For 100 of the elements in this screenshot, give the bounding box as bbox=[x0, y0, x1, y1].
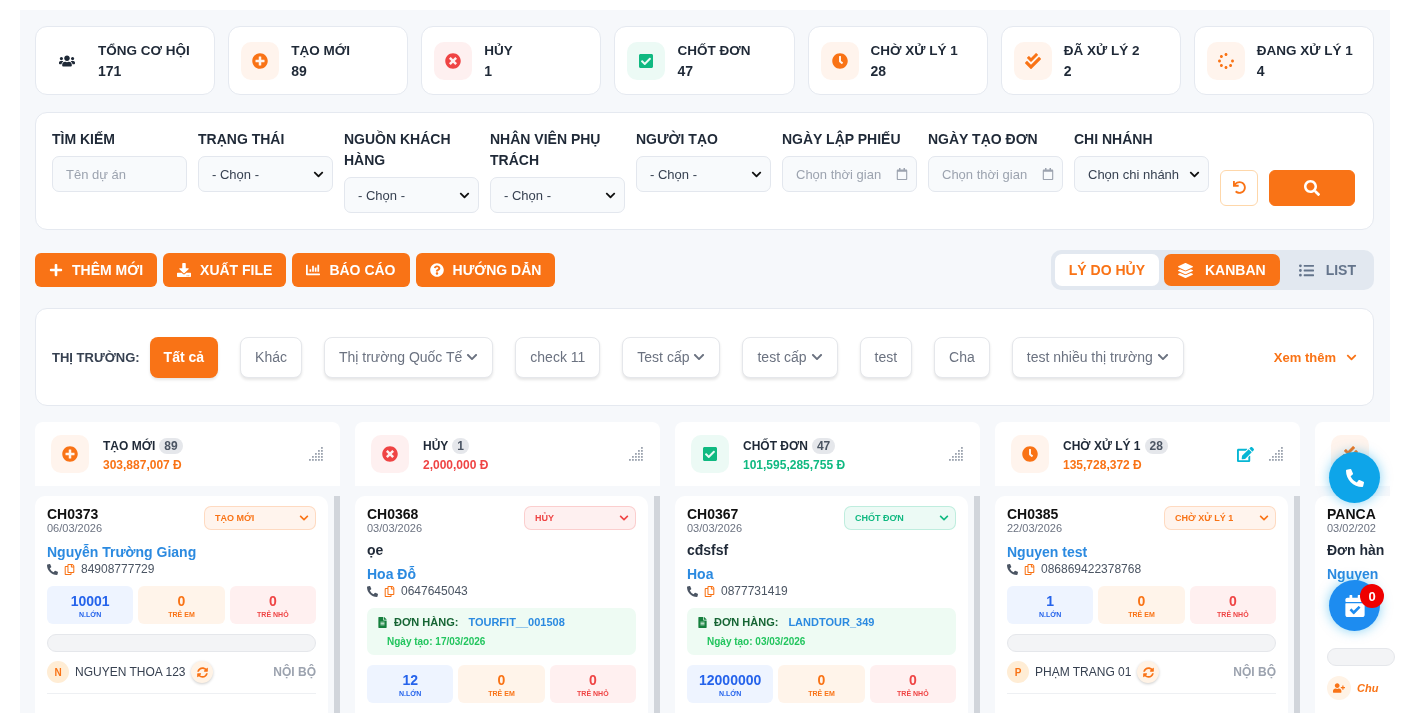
filter-label: TÌM KIẾM bbox=[52, 130, 116, 149]
x-icon bbox=[382, 446, 398, 462]
stat-label: HỦY bbox=[484, 42, 513, 58]
filter-label: NHÂN VIÊN PHỤ TRÁCH bbox=[490, 129, 602, 170]
refresh-button[interactable] bbox=[1137, 661, 1160, 683]
filter-label: CHI NHÁNH bbox=[1074, 130, 1154, 149]
cancel-reasons-button[interactable]: LÝ DO HỦY bbox=[1054, 254, 1159, 286]
market-chip[interactable]: test cấp bbox=[742, 336, 838, 378]
check-icon bbox=[702, 446, 718, 462]
question-icon bbox=[429, 263, 444, 277]
customer-name-link[interactable]: Hoa bbox=[687, 566, 714, 582]
date-field[interactable]: Chọn thời gian bbox=[928, 156, 1063, 192]
grip-icon[interactable] bbox=[948, 447, 964, 461]
select-field[interactable]: - Chọn - bbox=[198, 156, 333, 192]
customer-name-link[interactable]: Nguyễn Trường Giang bbox=[47, 544, 197, 560]
x-icon bbox=[445, 52, 462, 69]
user-plus-icon bbox=[1333, 682, 1345, 694]
phone-icon bbox=[687, 585, 698, 597]
stat-label: TẠO MỚI bbox=[291, 42, 350, 58]
count-value: 0 bbox=[908, 671, 917, 688]
plus-icon bbox=[252, 52, 269, 69]
count-value: 0 bbox=[588, 671, 597, 688]
stat-value: 171 bbox=[98, 62, 123, 79]
edit-icon[interactable] bbox=[1237, 445, 1254, 463]
date-field[interactable]: Chọn thời gian bbox=[782, 156, 917, 192]
stat-value: 47 bbox=[677, 62, 694, 79]
count-value: 12 bbox=[402, 671, 418, 688]
download-icon bbox=[177, 263, 192, 277]
status-select[interactable]: HỦY bbox=[524, 506, 636, 530]
count-value: 0 bbox=[268, 592, 277, 609]
view-tab[interactable]: KANBAN bbox=[1164, 254, 1280, 286]
market-chip[interactable]: test bbox=[859, 336, 913, 378]
stat-label: ĐÃ XỬ LÝ 2 bbox=[1063, 42, 1140, 58]
select-field[interactable]: - Chọn - bbox=[344, 177, 479, 213]
column-amount: 2,000,000 Đ bbox=[423, 458, 490, 472]
count-value: 12000000 bbox=[699, 671, 762, 688]
count-value: 0 bbox=[1228, 592, 1237, 609]
copy-icon[interactable] bbox=[1024, 563, 1035, 575]
market-chip[interactable]: Thị trường Quốc Tế bbox=[324, 336, 494, 378]
market-chip[interactable]: Tất cả bbox=[149, 336, 219, 378]
card-code: CH0385 bbox=[1007, 506, 1060, 522]
order-code-link[interactable]: LANDTOUR_349 bbox=[788, 616, 875, 628]
select-field[interactable]: - Chọn - bbox=[636, 156, 771, 192]
action-button[interactable]: HƯỚNG DẪN bbox=[415, 253, 556, 287]
chevron-down-icon bbox=[1259, 513, 1269, 523]
market-chip[interactable]: Khác bbox=[240, 336, 302, 378]
action-button[interactable]: BÁO CÁO bbox=[292, 253, 410, 287]
count-value: 0 bbox=[497, 671, 506, 688]
grip-icon[interactable] bbox=[628, 447, 644, 461]
check-icon bbox=[638, 52, 655, 69]
filter-label: NGÀY TẠO ĐƠN bbox=[928, 130, 1039, 149]
plus-icon bbox=[49, 263, 63, 277]
market-chip[interactable]: Cha bbox=[934, 336, 990, 378]
grip-icon[interactable] bbox=[1268, 447, 1284, 461]
search-field[interactable]: Tên dự án bbox=[52, 156, 187, 192]
reset-button[interactable] bbox=[1220, 169, 1258, 206]
filter-label: NGƯỜI TẠO bbox=[636, 129, 719, 149]
action-button[interactable]: THÊM MỚI bbox=[35, 253, 158, 287]
view-tab[interactable]: LIST bbox=[1284, 254, 1370, 286]
grip-icon[interactable] bbox=[308, 447, 324, 461]
market-chip[interactable]: Test cấp bbox=[622, 336, 721, 378]
order-created-date: Ngày tạo: 03/03/2026 bbox=[707, 636, 806, 647]
layers-icon bbox=[1178, 262, 1193, 278]
customer-name-link[interactable]: Hoa Đỗ bbox=[367, 566, 416, 582]
status-select[interactable]: CHỐT ĐƠN bbox=[844, 506, 956, 530]
status-select[interactable]: CHỜ XỬ LÝ 1 bbox=[1164, 506, 1276, 530]
card-date: 06/03/2026 bbox=[47, 522, 103, 534]
card-code: CH0368 bbox=[367, 506, 420, 522]
customer-name-link[interactable]: Nguyen bbox=[1327, 566, 1379, 582]
copy-icon[interactable] bbox=[64, 563, 75, 575]
assignee-name: PHẠM TRANG 01 bbox=[1035, 665, 1132, 679]
card-date: 03/03/2026 bbox=[367, 522, 423, 534]
filter-label: NGÀY LẬP PHIẾU bbox=[782, 129, 902, 149]
filter-label: TRẠNG THÁI bbox=[198, 130, 286, 149]
status-select[interactable]: TẠO MỚI bbox=[204, 506, 316, 530]
action-button[interactable]: XUẤT FILE bbox=[163, 253, 287, 287]
card-date: 03/02/202 bbox=[1327, 522, 1376, 534]
count-badge: 28 bbox=[1144, 438, 1168, 454]
stat-value: 89 bbox=[291, 62, 308, 79]
column-title: CHỜ XỬ LÝ 1 bbox=[1063, 439, 1141, 453]
refresh-button[interactable] bbox=[191, 661, 214, 683]
copy-icon[interactable] bbox=[384, 585, 395, 597]
stat-label: ĐANG XỬ LÝ 1 bbox=[1256, 42, 1353, 58]
stat-value: 28 bbox=[870, 62, 888, 79]
phone-number: 0647645043 bbox=[401, 584, 468, 598]
reset-icon bbox=[1232, 181, 1246, 194]
copy-icon[interactable] bbox=[704, 585, 715, 597]
order-code-link[interactable]: TOURFIT__001508 bbox=[468, 616, 565, 628]
market-chip[interactable]: check 11 bbox=[515, 336, 601, 378]
search-button[interactable] bbox=[1269, 169, 1355, 206]
count-value: 10001 bbox=[70, 592, 110, 609]
market-chip[interactable]: test nhiều thị trường bbox=[1011, 336, 1184, 378]
phone-number: 086869422378768 bbox=[1041, 562, 1142, 576]
customer-name-link[interactable]: Nguyen test bbox=[1007, 544, 1088, 560]
select-field[interactable]: - Chọn - bbox=[490, 177, 625, 213]
count-value: 0 bbox=[817, 671, 826, 688]
select-field[interactable]: Chọn chi nhánh bbox=[1074, 156, 1209, 192]
see-more-link[interactable]: Xem thêm bbox=[1273, 349, 1357, 365]
avatar: P bbox=[1007, 661, 1029, 683]
assign-button[interactable]: Chu bbox=[1327, 676, 1395, 700]
